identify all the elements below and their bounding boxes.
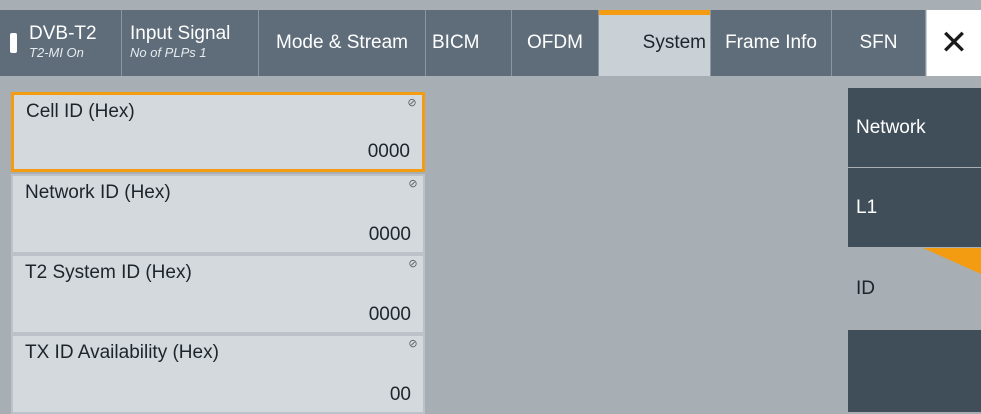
side-menu-id[interactable]: ID xyxy=(848,248,981,330)
field-value: 0000 xyxy=(367,141,410,162)
field-value: 0000 xyxy=(368,304,411,325)
field-value: 00 xyxy=(389,384,411,405)
side-menu-label: ID xyxy=(856,277,875,299)
field-label: Network ID (Hex) xyxy=(25,182,171,203)
tab-ofdm[interactable]: OFDM xyxy=(512,10,599,76)
tab-title: Input Signal xyxy=(130,23,231,44)
side-menu-l1[interactable]: L1 xyxy=(848,168,981,248)
tab-title: SFN xyxy=(859,32,898,53)
tab-title: OFDM xyxy=(527,32,583,53)
side-menu-label: Network xyxy=(856,116,926,138)
tx-id-availability-field[interactable]: TX ID Availability (Hex) ⊘ 00 xyxy=(11,334,425,414)
field-label: Cell ID (Hex) xyxy=(26,101,135,122)
side-menu-network[interactable]: Network xyxy=(848,88,981,168)
field-label: T2 System ID (Hex) xyxy=(25,262,192,283)
link-icon: ⊘ xyxy=(408,338,418,350)
tab-mode-stream[interactable]: Mode & Stream xyxy=(259,10,426,76)
field-value: 0000 xyxy=(368,224,411,245)
tab-title: Frame Info xyxy=(725,32,817,53)
cell-id-field[interactable]: Cell ID (Hex) ⊘ 0000 xyxy=(11,92,425,172)
tab-system[interactable]: System xyxy=(599,10,711,76)
tab-title: System xyxy=(642,32,706,53)
link-icon: ⊘ xyxy=(408,258,418,270)
side-menu-label: L1 xyxy=(856,196,878,218)
network-id-field[interactable]: Network ID (Hex) ⊘ 0000 xyxy=(11,174,425,254)
tab-input-signal[interactable]: Input Signal No of PLPs 1 xyxy=(122,10,259,76)
tab-subtitle: T2-MI On xyxy=(29,45,84,60)
tab-sfn[interactable]: SFN xyxy=(832,10,926,76)
status-indicator-icon xyxy=(10,33,17,53)
tab-frame-info[interactable]: Frame Info xyxy=(711,10,832,76)
tab-title: BICM xyxy=(432,32,480,53)
tab-title: DVB-T2 xyxy=(29,23,97,44)
tab-subtitle: No of PLPs 1 xyxy=(130,45,207,60)
link-icon: ⊘ xyxy=(408,178,418,190)
side-menu-empty[interactable] xyxy=(848,330,981,412)
close-button[interactable]: ✕ xyxy=(926,10,981,76)
field-label: TX ID Availability (Hex) xyxy=(25,342,219,363)
link-icon: ⊘ xyxy=(407,97,417,109)
tab-bicm[interactable]: BICM xyxy=(426,10,512,76)
selected-corner-icon xyxy=(923,248,981,274)
tab-title: Mode & Stream xyxy=(276,32,408,53)
tab-dvb-t2[interactable]: DVB-T2 T2-MI On xyxy=(0,10,122,76)
t2-system-id-field[interactable]: T2 System ID (Hex) ⊘ 0000 xyxy=(11,254,425,334)
close-icon: ✕ xyxy=(939,24,969,62)
top-tab-bar: DVB-T2 T2-MI On Input Signal No of PLPs … xyxy=(0,0,981,88)
